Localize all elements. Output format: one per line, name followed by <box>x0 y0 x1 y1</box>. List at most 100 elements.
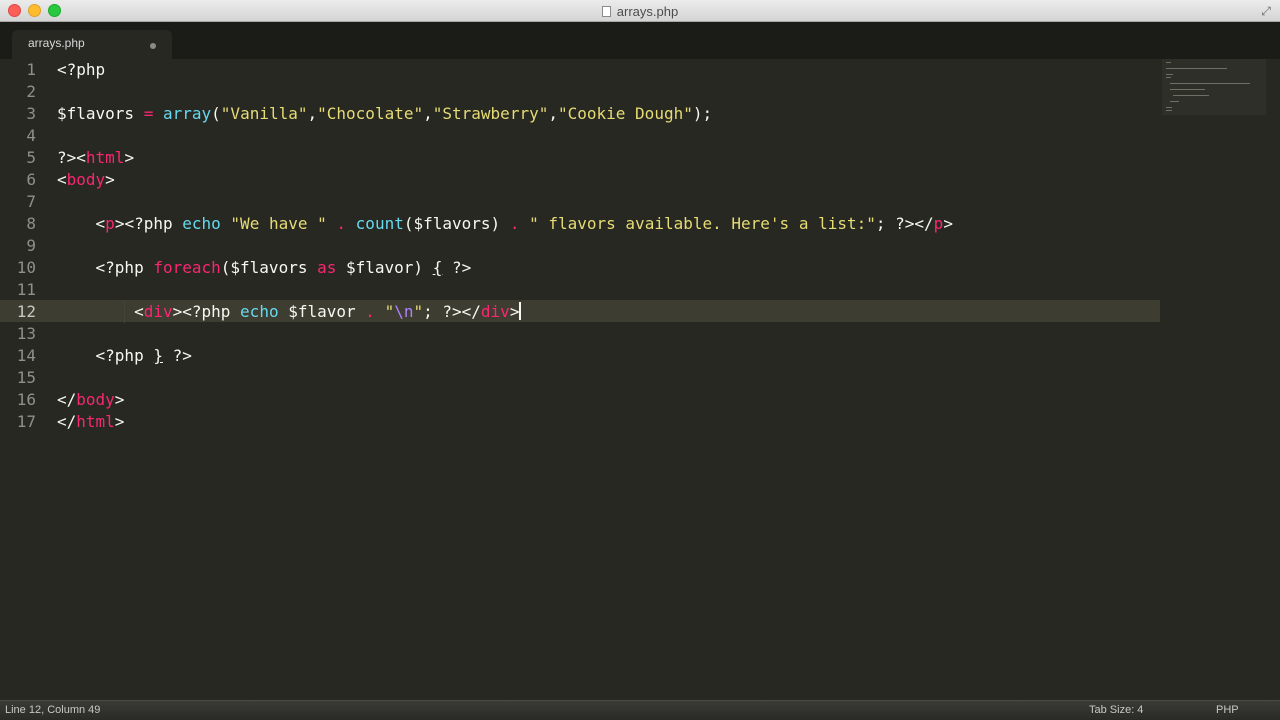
code-line[interactable]: <?php <box>57 59 105 81</box>
code-token: "We have " <box>230 214 327 233</box>
code-token: ?> <box>162 346 192 365</box>
code-line[interactable]: $flavors = array("Vanilla","Chocolate","… <box>57 103 712 125</box>
code-editor[interactable]: 1 2 3 4 5 6 7 8 9 10 11 12 13 14 15 16 17 <?php $flavors … <box>0 59 1280 700</box>
code-token: <?php <box>57 258 154 277</box>
code-token: ; ?></ <box>423 302 481 321</box>
code-token: div <box>143 302 173 321</box>
tab-bar: arrays.php <box>0 22 1280 59</box>
code-token: p <box>933 214 944 233</box>
code-token: < <box>57 214 106 233</box>
code-token: array <box>162 104 212 123</box>
code-token: , <box>423 104 433 123</box>
tab-arrays-php[interactable]: arrays.php <box>12 30 172 59</box>
code-token: " flavors available. Here's a list:" <box>529 214 876 233</box>
line-number-gutter: 1 2 3 4 5 6 7 8 9 10 11 12 13 14 15 16 17 <box>0 59 44 700</box>
code-line[interactable]: ?><html> <box>57 147 134 169</box>
minimap-line <box>1169 83 1250 84</box>
minimap[interactable] <box>1162 59 1266 115</box>
line-number: 2 <box>26 82 36 101</box>
code-token: foreach <box>153 258 221 277</box>
line-number: 6 <box>26 170 36 189</box>
line-number: 15 <box>16 368 36 387</box>
title-bar: arrays.php ⤢ <box>0 0 1280 22</box>
code-token: "Strawberry" <box>432 104 549 123</box>
code-line[interactable]: <body> <box>57 169 115 191</box>
text-cursor <box>519 302 522 320</box>
code-token: . <box>365 302 375 321</box>
tab-label: arrays.php <box>28 36 85 50</box>
code-token: ($flavors <box>220 258 318 277</box>
document-icon <box>601 5 611 17</box>
line-number: 4 <box>26 126 36 145</box>
code-token: body <box>66 170 106 189</box>
code-token: > <box>114 412 125 431</box>
minimap-line <box>1169 101 1179 102</box>
code-token: p <box>105 214 115 233</box>
code-token: > <box>114 390 125 409</box>
unsaved-dot-icon[interactable] <box>150 43 156 49</box>
code-token: > <box>509 302 520 321</box>
code-token: as <box>317 258 337 277</box>
code-line[interactable]: <?php } ?> <box>57 345 192 367</box>
line-number: 17 <box>16 412 36 431</box>
code-token: ?> <box>442 258 472 277</box>
code-token: div <box>480 302 510 321</box>
status-bar: Line 12, Column 49 Tab Size: 4 PHP <box>0 700 1280 720</box>
code-line[interactable]: <div><?php echo $flavor . "\n"; ?></div> <box>57 301 522 323</box>
code-token: > <box>124 148 135 167</box>
code-token: "Cookie Dough" <box>557 104 693 123</box>
window-title-container: arrays.php <box>0 0 1280 22</box>
code-token: ($flavors) <box>403 214 510 233</box>
code-token: " <box>413 302 424 321</box>
minimap-line <box>1169 89 1205 90</box>
line-number: 1 <box>26 60 36 79</box>
code-token: ); <box>692 104 713 123</box>
code-token: { <box>432 258 443 277</box>
fullscreen-icon[interactable]: ⤢ <box>1258 3 1274 19</box>
code-line[interactable]: <p><?php echo "We have " . count($flavor… <box>57 213 953 235</box>
syntax-selector[interactable]: PHP <box>1216 704 1239 716</box>
line-number: 8 <box>26 214 36 233</box>
code-token: "Chocolate" <box>317 104 424 123</box>
line-number: 3 <box>26 104 36 123</box>
code-token: <?php <box>57 60 106 79</box>
minimap-line <box>1166 107 1173 108</box>
code-token: > <box>105 170 115 189</box>
code-token: ><?php <box>172 302 241 321</box>
code-token: " <box>384 302 395 321</box>
code-token: count <box>355 214 404 233</box>
code-line[interactable]: </body> <box>57 389 124 411</box>
code-token: = <box>143 104 154 123</box>
code-token: <?php <box>57 346 154 365</box>
line-number: 10 <box>16 258 36 277</box>
minimap-line <box>1166 74 1174 75</box>
line-number: 16 <box>16 390 36 409</box>
code-token: > <box>943 214 953 233</box>
minimap-line <box>1166 68 1228 69</box>
code-token: ( <box>211 104 221 123</box>
line-number: 9 <box>26 236 36 255</box>
code-token: ><?php <box>114 214 183 233</box>
code-token: , <box>307 104 318 123</box>
indent-guide <box>124 301 126 323</box>
code-line[interactable]: </html> <box>57 411 124 433</box>
code-token: $flavor) <box>336 258 433 277</box>
cursor-position: Line 12, Column 49 <box>5 704 101 716</box>
code-token: ?>< <box>57 148 86 167</box>
minimap-line <box>1166 77 1172 78</box>
code-token: \n <box>394 302 414 321</box>
window-title: arrays.php <box>616 3 679 19</box>
line-number: 5 <box>26 148 36 167</box>
code-line[interactable]: <?php foreach($flavors as $flavor) { ?> <box>57 257 472 279</box>
code-token: < <box>57 302 144 321</box>
tab-size-selector[interactable]: Tab Size: 4 <box>1089 704 1143 716</box>
line-number: 11 <box>16 280 36 299</box>
code-token: </ <box>57 412 77 431</box>
code-token: $flavor <box>278 302 366 321</box>
